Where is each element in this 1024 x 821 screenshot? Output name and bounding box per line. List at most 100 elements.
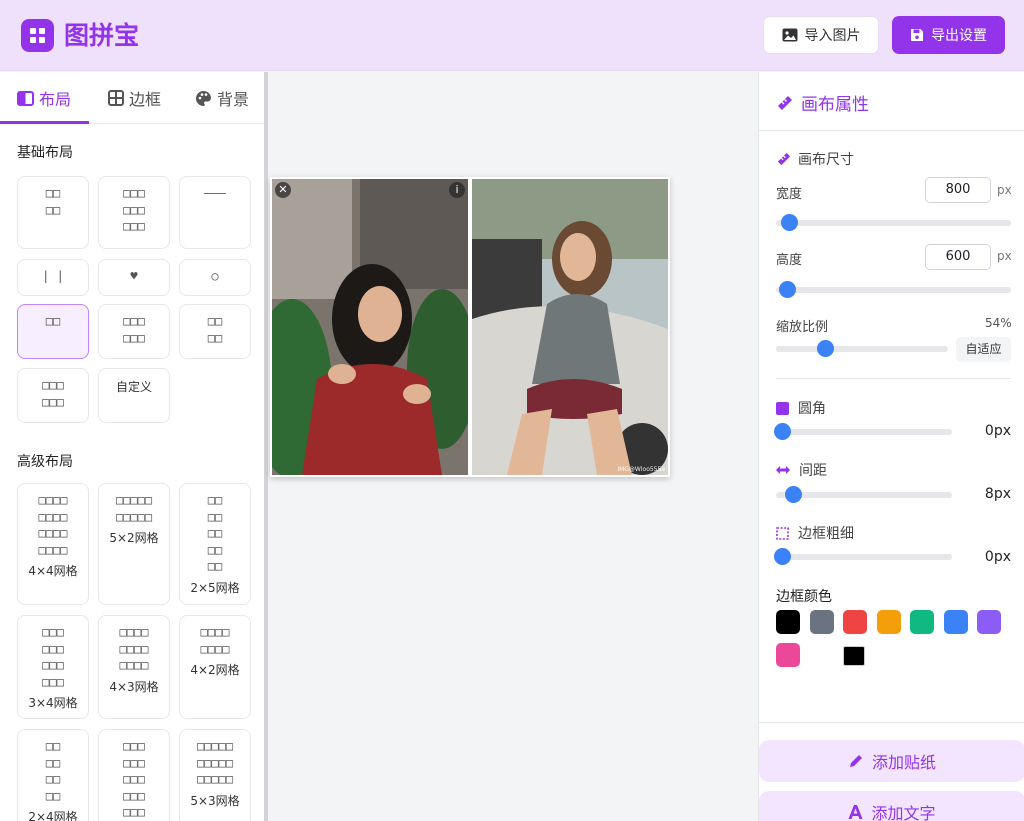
layout-card[interactable]: □□□ □□□ □□□ (98, 176, 170, 249)
radius-slider-thumb[interactable] (774, 423, 791, 440)
basic-layouts-title: 基础布局 (17, 145, 73, 161)
corner-radius-section: 圆角 (776, 398, 826, 418)
ruler-small-icon (777, 152, 791, 166)
width-label: 宽度 (776, 187, 803, 202)
layout-columns-icon (17, 90, 34, 106)
layout-panel: 布局 边框 背景 基础布局 □□ □□ □□□ □□□ □□□ ——— | | … (0, 72, 268, 821)
width-input[interactable]: 800 (925, 177, 991, 203)
layout-card[interactable]: ○ (179, 259, 251, 296)
layout-card[interactable]: □□□ □□□ □□□ □□□ □□□ (98, 729, 170, 821)
layout-card[interactable]: □□□□□ □□□□□ □□□□□ 5×3网格 (179, 729, 251, 821)
import-image-label: 导入图片 (804, 28, 861, 44)
layout-card[interactable]: □□□ □□□ (17, 368, 89, 423)
border-width-label: 边框粗细 (798, 526, 854, 542)
app-title: 图拼宝 (64, 21, 140, 50)
layout-card[interactable]: □□ □□ □□ □□ 2×4网格 (17, 729, 89, 821)
layout-card[interactable]: ♥ (98, 259, 170, 296)
remove-photo-icon[interactable]: ✕ (275, 182, 291, 198)
layout-card[interactable]: | | (17, 259, 89, 296)
tab-layout-label: 布局 (39, 90, 72, 109)
canvas-properties-title: 画布属性 (777, 90, 869, 115)
border-dashed-icon (776, 526, 789, 540)
width-unit: px (997, 183, 1012, 197)
panel-tabs: 布局 边框 背景 (0, 72, 264, 124)
spacing-section: 间距 (776, 460, 827, 480)
layout-card-selected[interactable]: □□ (17, 304, 89, 359)
tab-border[interactable]: 边框 (108, 72, 161, 124)
export-settings-button[interactable]: 导出设置 (892, 16, 1005, 54)
border-width-slider-track[interactable] (776, 554, 952, 560)
photo-woman-right (472, 179, 668, 475)
border-width-section: 边框粗细 (776, 523, 854, 543)
layout-card[interactable]: □□□□ □□□□ 4×2网格 (179, 615, 251, 719)
photo-cell-left[interactable]: ✕ i (272, 179, 468, 475)
auto-fit-button[interactable]: 自适应 (956, 337, 1011, 362)
top-header: 图拼宝 导入图片 导出设置 (0, 0, 1024, 71)
spacing-slider-thumb[interactable] (784, 486, 802, 503)
pencil-icon (849, 755, 862, 767)
height-slider-track[interactable] (776, 287, 1011, 293)
layout-card[interactable]: □□ □□ (179, 304, 251, 359)
zoom-slider-track[interactable] (776, 346, 948, 352)
photo-info-icon[interactable]: i (449, 182, 465, 198)
ruler-icon (778, 95, 792, 110)
height-input[interactable]: 600 (925, 244, 991, 270)
layout-card[interactable]: □□□ □□□ □□□ □□□ 3×4网格 (17, 615, 89, 719)
color-swatch[interactable] (943, 610, 968, 634)
color-swatch[interactable] (910, 610, 934, 634)
zoom-slider-thumb[interactable] (817, 340, 834, 357)
palette-icon (196, 90, 211, 106)
divider (759, 722, 1024, 723)
height-slider-thumb[interactable] (778, 281, 796, 298)
import-image-button[interactable]: 导入图片 (763, 16, 879, 54)
photo-cell-right[interactable]: IMG@Wloo555a (472, 179, 668, 475)
export-settings-label: 导出设置 (931, 28, 987, 44)
spacing-value: 8px (984, 486, 1011, 502)
layout-card[interactable]: □□□□ □□□□ □□□□ 4×3网格 (98, 615, 170, 719)
advanced-layouts-title: 高级布局 (17, 454, 73, 470)
color-swatch[interactable] (809, 610, 834, 634)
layout-card[interactable]: □□□□□ □□□□□ 5×2网格 (98, 483, 170, 605)
width-slider-track[interactable] (776, 220, 1011, 226)
corner-radius-label: 圆角 (798, 401, 826, 417)
photo-woman-left (272, 179, 468, 475)
app-logo-icon (21, 19, 54, 52)
add-sticker-label: 添加贴纸 (871, 753, 936, 772)
color-swatch[interactable] (876, 610, 901, 634)
arrows-horizontal-icon (776, 466, 790, 474)
height-unit: px (997, 249, 1012, 263)
tab-background[interactable]: 背景 (195, 72, 249, 124)
color-swatch[interactable] (843, 610, 867, 634)
canvas-size-section: 画布尺寸 (777, 149, 854, 169)
width-slider-thumb[interactable] (781, 214, 799, 231)
photo-watermark: IMG@Wloo555a (617, 466, 665, 473)
layout-card-custom[interactable]: 自定义 (98, 368, 170, 423)
layout-card[interactable]: ——— (179, 176, 251, 249)
radius-slider-track[interactable] (776, 429, 952, 435)
divider (776, 378, 1011, 379)
radius-value: 0px (984, 423, 1011, 439)
add-text-label: 添加文字 (871, 804, 936, 821)
color-swatch[interactable] (776, 643, 800, 667)
grid-table-icon (108, 90, 124, 106)
add-sticker-button[interactable]: 添加贴纸 (759, 740, 1024, 782)
spacing-slider-track[interactable] (776, 492, 952, 498)
tab-border-label: 边框 (129, 90, 162, 109)
text-a-icon (848, 805, 863, 819)
canvas-properties-label: 画布属性 (801, 95, 869, 115)
layout-card[interactable]: □□ □□ (17, 176, 89, 249)
layout-card[interactable]: □□□ □□□ (98, 304, 170, 359)
zoom-label: 缩放比例 (776, 320, 829, 335)
height-label: 高度 (776, 253, 803, 268)
save-icon (911, 29, 923, 41)
color-swatch[interactable] (842, 646, 865, 666)
color-swatch[interactable] (776, 610, 800, 634)
layout-card[interactable]: □□□□ □□□□ □□□□ □□□□ 4×4网格 (17, 483, 89, 605)
tab-layout[interactable]: 布局 (17, 72, 71, 124)
add-text-button[interactable]: 添加文字 (759, 791, 1024, 821)
layout-card[interactable]: □□ □□ □□ □□ □□ 2×5网格 (179, 483, 251, 605)
color-swatch[interactable] (977, 610, 1001, 634)
collage-canvas[interactable]: ✕ i IMG@Wloo555a (270, 177, 670, 477)
border-width-slider-thumb[interactable] (774, 548, 791, 565)
border-color-label: 边框颜色 (776, 589, 832, 605)
